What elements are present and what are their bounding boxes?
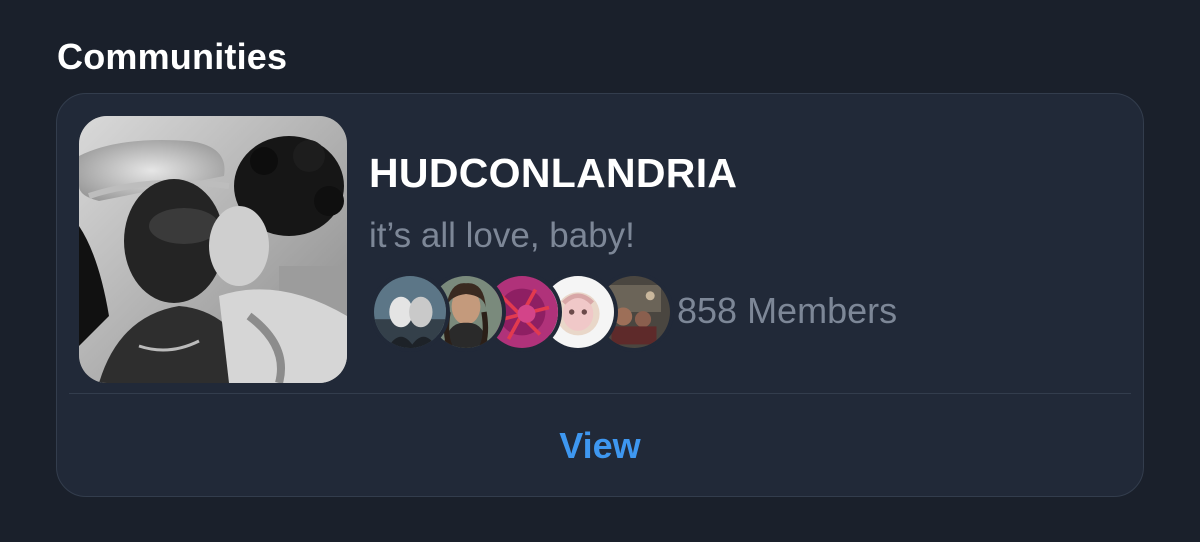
member-avatar <box>370 272 450 352</box>
community-cover-image[interactable] <box>79 116 347 383</box>
community-card[interactable]: HUDCONLANDRIA it’s all love, baby! 858 M… <box>56 93 1144 497</box>
section-title: Communities <box>57 36 288 77</box>
view-button[interactable]: View <box>57 394 1143 496</box>
member-avatar-stack[interactable] <box>370 272 674 352</box>
community-tagline: it’s all love, baby! <box>369 216 635 255</box>
member-count: 858 Members <box>677 290 898 331</box>
community-name[interactable]: HUDCONLANDRIA <box>369 150 737 197</box>
